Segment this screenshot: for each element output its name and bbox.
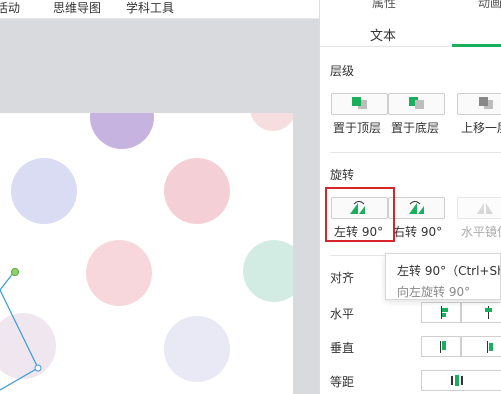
tooltip-description: 向左旋转 90°: [397, 285, 471, 299]
move-up-layer-icon: [479, 97, 493, 109]
align-center-button[interactable]: [461, 302, 501, 323]
selection-frame[interactable]: [0, 260, 60, 394]
pattern-dot: [250, 113, 293, 131]
rotate-section-title: 旋转: [330, 168, 355, 182]
menu-item-subject-tools[interactable]: 学科工具: [126, 0, 174, 17]
vertical-align-label: 垂直: [330, 341, 355, 355]
flip-horizontal-label: 水平镜像: [461, 225, 501, 239]
rotate-right-90-label: 右转 90°: [393, 225, 443, 239]
move-up-one-layer-button[interactable]: [457, 93, 501, 115]
tab-animation[interactable]: 动画: [478, 0, 501, 10]
menu-item-mindmap[interactable]: 思维导图: [53, 0, 101, 17]
bring-to-front-icon: [352, 97, 367, 109]
align-left-icon: [441, 306, 448, 319]
pattern-dot: [11, 158, 77, 224]
section-divider: [330, 152, 501, 153]
send-to-back-button[interactable]: [388, 93, 445, 115]
send-to-back-icon: [409, 97, 424, 109]
selection-edge: [0, 289, 39, 369]
tab-text[interactable]: 文本: [370, 25, 396, 44]
horizontal-align-label: 水平: [330, 307, 355, 321]
distribute-label: 等距: [330, 375, 355, 389]
align-center-icon: [485, 306, 492, 319]
rotate-left-tooltip: 左转 90°（Ctrl+Shift 向左旋转 90°: [385, 253, 501, 300]
align-section-title: 对齐: [330, 271, 355, 285]
flip-horizontal-icon: [477, 203, 493, 214]
rotate-right-90-button[interactable]: [388, 197, 445, 219]
align-middle-icon: [487, 341, 493, 353]
pattern-dot: [164, 158, 230, 224]
selection-edge: [0, 271, 15, 291]
active-tab-indicator: [452, 44, 501, 47]
rotate-right-icon: [409, 201, 424, 214]
sub-tab-row: 文本: [320, 19, 501, 47]
distribute-button[interactable]: [421, 370, 501, 391]
align-middle-button[interactable]: [461, 336, 501, 357]
highlight-box: [325, 187, 395, 242]
panel-top-tabs: 属性 动画: [320, 0, 501, 10]
bring-to-front-button[interactable]: [331, 93, 388, 115]
pattern-dot: [164, 316, 230, 382]
bring-to-front-label: 置于顶层: [333, 121, 382, 135]
selection-edge: [0, 367, 39, 391]
distribute-icon: [451, 375, 463, 386]
send-to-back-label: 置于底层: [391, 121, 440, 135]
align-top-button[interactable]: [421, 336, 461, 357]
tab-properties[interactable]: 属性: [372, 0, 396, 10]
layer-section-title: 层级: [330, 64, 355, 78]
pattern-dot: [243, 240, 293, 302]
top-menu-bar: 活动 思维导图 学科工具: [0, 0, 320, 19]
align-top-icon: [440, 341, 446, 353]
menu-item-activity[interactable]: 活动: [0, 0, 20, 17]
pattern-dot: [90, 113, 154, 149]
flip-horizontal-button[interactable]: [457, 197, 501, 219]
rotate-handle[interactable]: [11, 268, 19, 276]
pattern-dot: [86, 240, 152, 306]
tooltip-title: 左转 90°（Ctrl+Shift: [397, 264, 500, 278]
align-left-button[interactable]: [421, 302, 461, 323]
resize-handle[interactable]: [34, 364, 42, 372]
move-up-one-layer-label: 上移一层: [461, 121, 501, 135]
